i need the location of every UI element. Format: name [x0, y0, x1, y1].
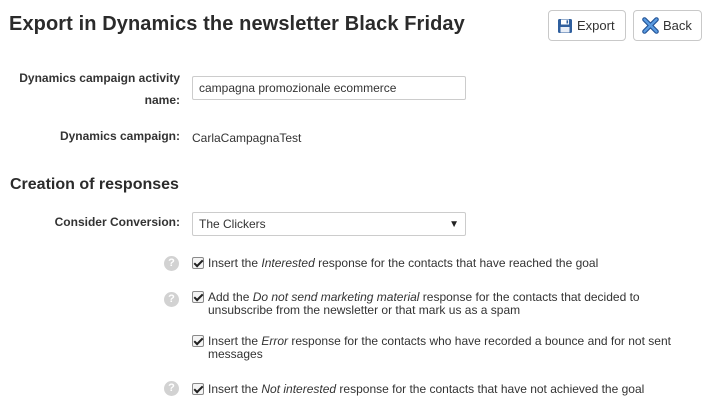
export-button[interactable]: Export	[548, 10, 626, 41]
interested-checkbox[interactable]	[192, 257, 204, 269]
option-do-not-send-text: Add the Do not send marketing material r…	[208, 290, 640, 317]
export-button-label: Export	[577, 18, 615, 33]
error-checkbox[interactable]	[192, 335, 204, 347]
chevron-down-icon: ▼	[449, 218, 459, 230]
conversion-label: Consider Conversion:	[54, 215, 180, 229]
not-interested-checkbox[interactable]	[192, 383, 204, 395]
activity-name-label: Dynamics campaign activity name:	[10, 67, 180, 111]
option-interested-text: Insert the Interested response for the c…	[208, 256, 599, 270]
activity-name-label-line1: Dynamics campaign activity	[19, 71, 180, 85]
option-do-not-send[interactable]: Add the Do not send marketing material r…	[192, 291, 682, 317]
section-title: Creation of responses	[10, 176, 179, 193]
option-error[interactable]: Insert the Error response for the contac…	[192, 335, 682, 361]
floppy-disk-icon	[557, 18, 573, 34]
conversion-selected-value: The Clickers	[199, 217, 266, 231]
do-not-send-checkbox[interactable]	[192, 291, 204, 303]
activity-name-input[interactable]: campagna promozionale ecommerce	[192, 76, 466, 100]
option-not-interested[interactable]: Insert the Not interested response for t…	[192, 383, 682, 396]
help-icon[interactable]: ?	[164, 381, 179, 396]
campaign-value: CarlaCampagnaTest	[192, 131, 302, 145]
help-icon[interactable]: ?	[164, 256, 179, 271]
option-not-interested-text: Insert the Not interested response for t…	[208, 382, 645, 396]
back-button[interactable]: Back	[633, 10, 702, 41]
page-title: Export in Dynamics the newsletter Black …	[9, 13, 465, 35]
back-button-label: Back	[663, 18, 692, 33]
activity-name-label-line2: name:	[144, 93, 180, 107]
help-icon[interactable]: ?	[164, 292, 179, 307]
conversion-select[interactable]: The Clickers ▼	[192, 212, 466, 236]
close-x-icon	[642, 17, 659, 34]
campaign-label: Dynamics campaign:	[59, 129, 180, 143]
option-interested[interactable]: Insert the Interested response for the c…	[192, 257, 682, 270]
option-error-text: Insert the Error response for the contac…	[208, 334, 671, 361]
